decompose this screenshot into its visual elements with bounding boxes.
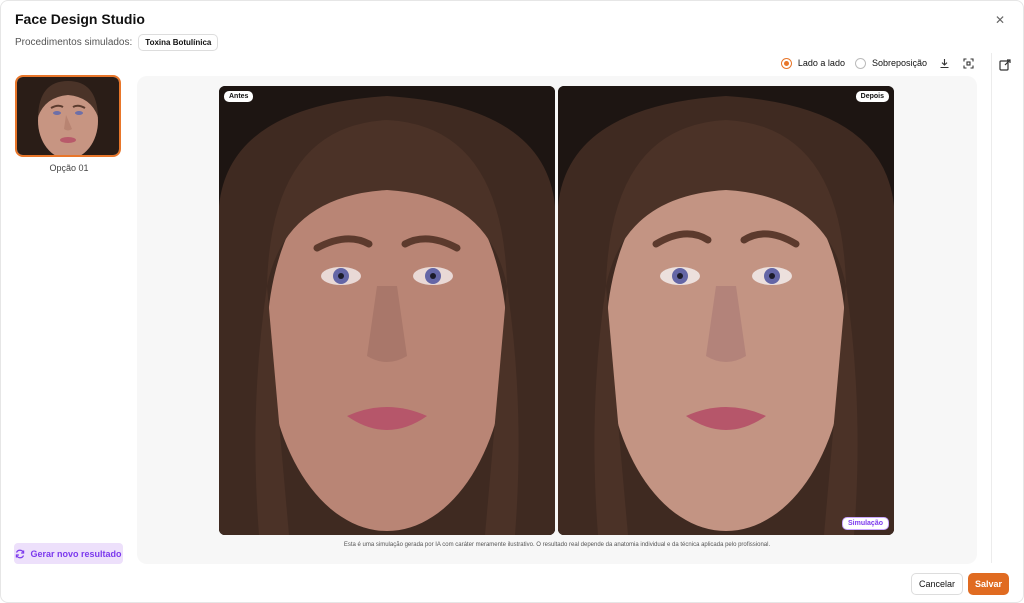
modal-title: Face Design Studio (15, 11, 145, 27)
procedure-badge: Toxina Botulínica (138, 34, 219, 51)
options-sidebar: Opção 01 (15, 75, 123, 173)
share-icon[interactable] (998, 58, 1012, 72)
simulation-tag: Simulação (841, 517, 889, 530)
ai-disclaimer: Esta é uma simulação gerada por IA com c… (343, 542, 771, 548)
right-rail-divider (991, 53, 992, 563)
after-image: Depois Simulação (558, 86, 894, 535)
cancel-button[interactable]: Cancelar (911, 573, 963, 595)
close-icon[interactable]: ✕ (993, 13, 1007, 27)
radio-dot (854, 57, 866, 69)
after-tag: Depois (855, 91, 889, 102)
view-toolbar: Lado a lado Sobreposição (780, 56, 975, 70)
view-side-by-side-label: Lado a lado (797, 58, 845, 68)
option-label: Opção 01 (49, 163, 89, 173)
view-overlay-radio[interactable]: Sobreposição (854, 57, 927, 69)
download-icon[interactable] (937, 56, 951, 70)
view-side-by-side-radio[interactable]: Lado a lado (780, 57, 845, 69)
regenerate-button[interactable]: Gerar novo resultado (14, 543, 123, 564)
save-button[interactable]: Salvar (968, 573, 1009, 595)
radio-dot (780, 57, 792, 69)
modal-header: Face Design Studio Procedimentos simulad… (15, 11, 219, 51)
regenerate-label: Gerar novo resultado (30, 548, 122, 559)
before-image: Antes (219, 86, 555, 535)
procedures-label: Procedimentos simulados: (15, 37, 133, 48)
before-tag: Antes (224, 91, 254, 102)
option-thumbnail[interactable] (15, 75, 121, 157)
procedures-row: Procedimentos simulados: Toxina Botulíni… (15, 34, 219, 51)
face-design-modal: Face Design Studio Procedimentos simulad… (0, 0, 1024, 603)
fullscreen-icon[interactable] (961, 56, 975, 70)
view-overlay-label: Sobreposição (871, 58, 927, 68)
refresh-icon (16, 549, 25, 558)
